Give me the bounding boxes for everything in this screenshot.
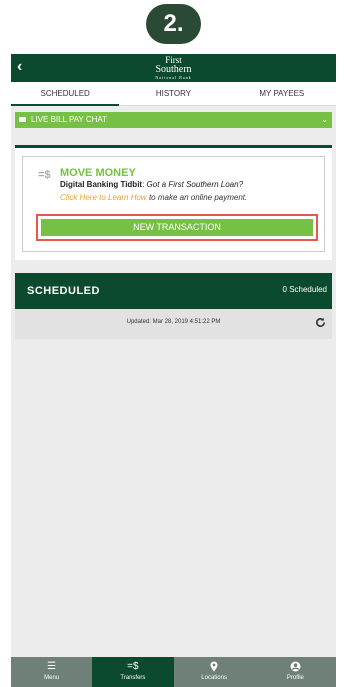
tidbit-message: Got a First Southern Loan? (146, 180, 244, 189)
nav-menu-label: Menu (44, 675, 60, 681)
nav-locations[interactable]: Locations (174, 657, 255, 687)
scheduled-title: SCHEDULED (27, 285, 100, 297)
scheduled-count: 0 Scheduled (282, 285, 327, 294)
nav-locations-label: Locations (201, 675, 227, 681)
logo-line-2: Southern (155, 64, 192, 75)
menu-icon: ☰ (47, 661, 57, 672)
updated-timestamp: Updated: Mar 28, 2019 4:51:22 PM (126, 319, 221, 325)
transfer-icon: =$ (127, 661, 139, 672)
tab-history[interactable]: HISTORY (119, 82, 227, 105)
location-pin-icon (174, 657, 255, 673)
new-transaction-highlight: NEW TRANSACTION (36, 214, 318, 241)
profile-icon (255, 657, 336, 673)
tab-bar: SCHEDULED HISTORY MY PAYEES (11, 82, 336, 106)
step-badge: 2. (146, 4, 201, 44)
nav-menu[interactable]: ☰ Menu (11, 657, 92, 687)
chat-label: LIVE BILL PAY CHAT (31, 115, 108, 124)
nav-transfers-label: Transfers (120, 675, 146, 681)
refresh-icon[interactable] (315, 315, 326, 333)
learn-how-suffix: to make an online payment. (148, 193, 248, 202)
nav-profile-label: Profile (286, 675, 304, 681)
bottom-nav: ☰ Menu =$ Transfers Locations Profile (11, 657, 336, 687)
live-bill-pay-chat-bar[interactable]: LIVE BILL PAY CHAT ⌄ (15, 112, 332, 128)
tidbit-label: Digital Banking Tidbit (60, 180, 143, 189)
phone-screen: ‹ First Southern National Bank SCHEDULED… (11, 54, 336, 687)
new-transaction-button[interactable]: NEW TRANSACTION (41, 219, 313, 236)
tab-my-payees[interactable]: MY PAYEES (228, 82, 336, 105)
bank-logo: First Southern National Bank (11, 56, 336, 81)
move-money-card: =$ MOVE MONEY Digital Banking Tidbit: Go… (22, 156, 325, 252)
move-money-section: =$ MOVE MONEY Digital Banking Tidbit: Go… (15, 148, 332, 260)
money-transfer-icon: =$ (38, 169, 51, 181)
logo-line-3: National Bank (155, 75, 192, 80)
chevron-down-icon: ⌄ (321, 115, 328, 124)
tidbit-text: Digital Banking Tidbit: Got a First Sout… (60, 180, 244, 189)
nav-profile[interactable]: Profile (255, 657, 336, 687)
nav-transfers[interactable]: =$ Transfers (92, 657, 174, 687)
scheduled-header: SCHEDULED 0 Scheduled (15, 273, 332, 309)
learn-how-line: Click Here to Learn How to make an onlin… (60, 193, 247, 202)
tab-scheduled[interactable]: SCHEDULED (11, 82, 120, 106)
chat-icon (19, 117, 26, 122)
move-money-title: MOVE MONEY (60, 167, 136, 179)
updated-row: Updated: Mar 28, 2019 4:51:22 PM (15, 309, 332, 339)
top-bar: ‹ First Southern National Bank (11, 54, 336, 82)
learn-how-link[interactable]: Click Here to Learn How (60, 193, 147, 202)
main-content: LIVE BILL PAY CHAT ⌄ =$ MOVE MONEY Digit… (11, 106, 336, 651)
